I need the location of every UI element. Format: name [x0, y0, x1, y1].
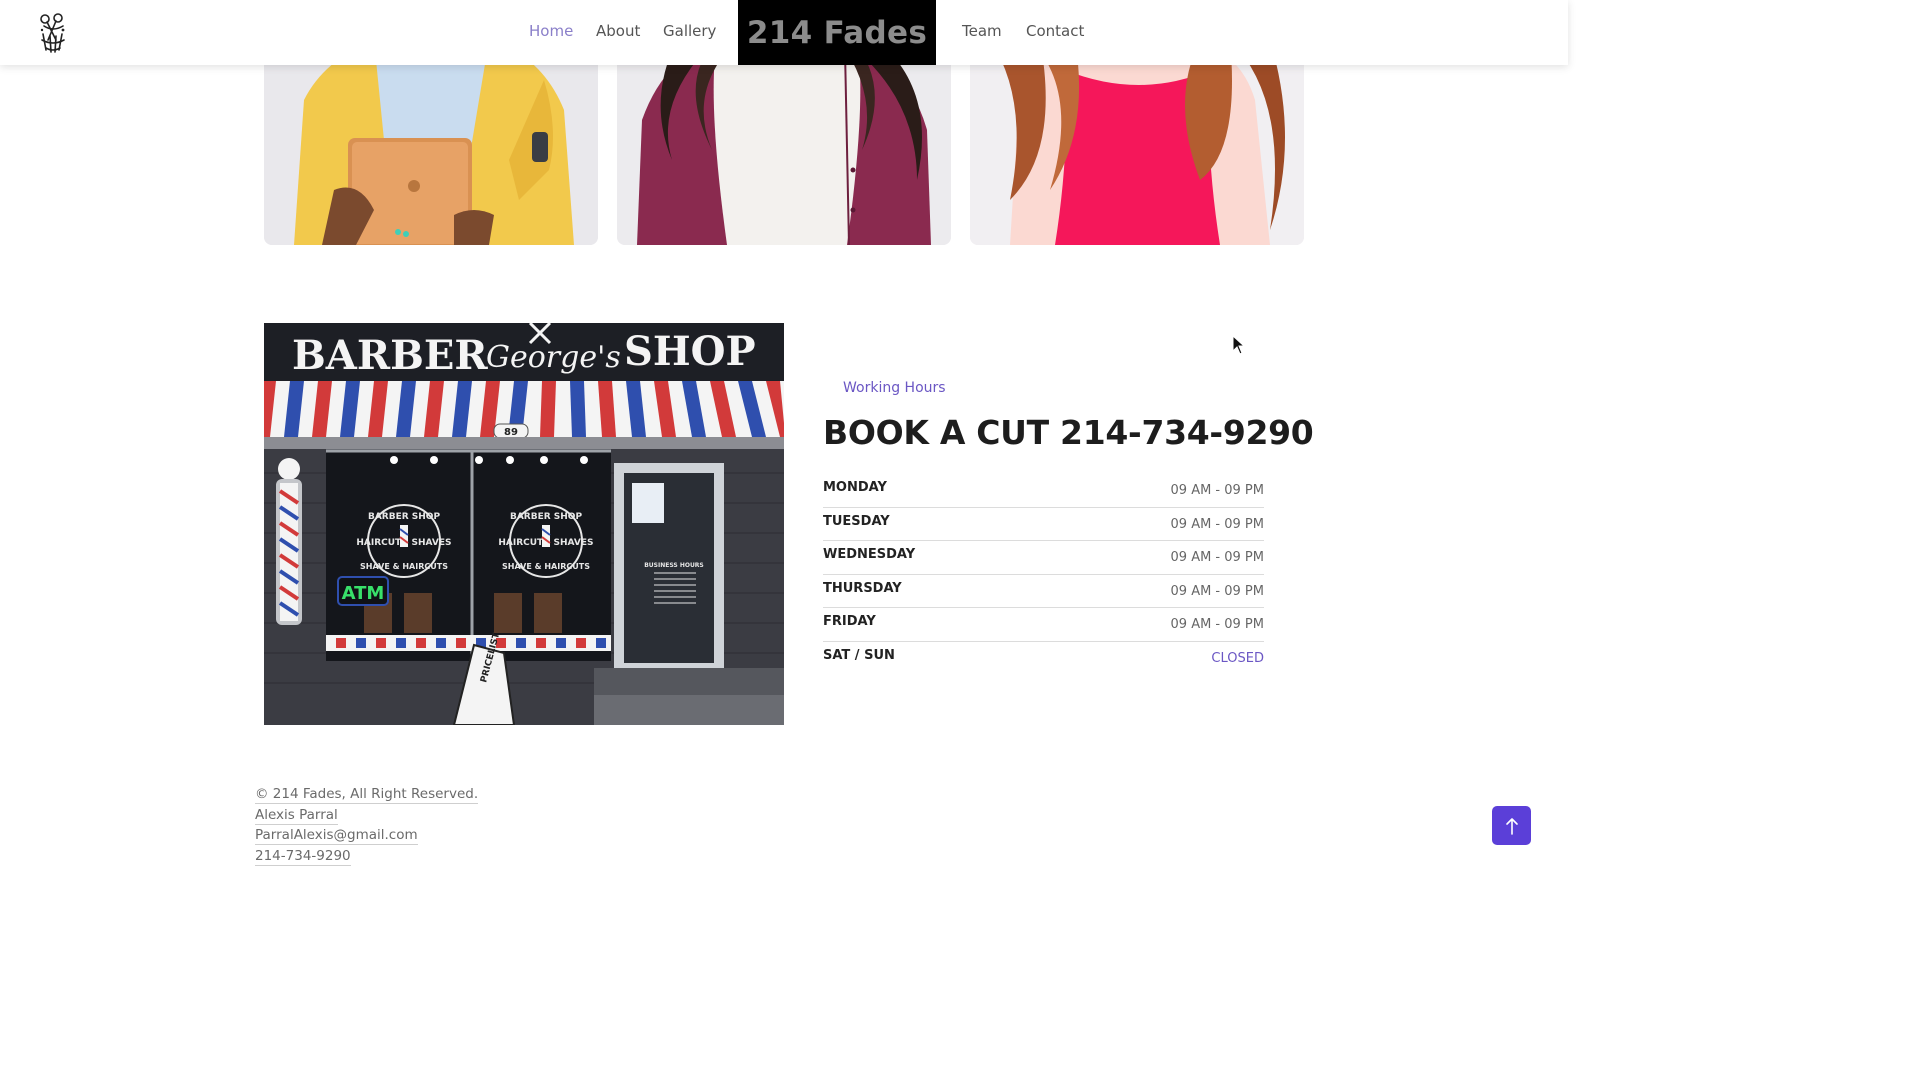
- window-decal-bottom-left: SHAVE & HAIRCUTS: [360, 562, 448, 571]
- neon-atm-sign: ATM: [342, 583, 385, 604]
- hours-row-friday: FRIDAY 09 AM - 09 PM: [823, 608, 1264, 642]
- hours-time: 09 AM - 09 PM: [1170, 583, 1264, 599]
- brand-logo[interactable]: 214 Fades: [738, 0, 936, 65]
- team-member-photo: [617, 40, 951, 245]
- hours-row-thursday: THURSDAY 09 AM - 09 PM: [823, 575, 1264, 608]
- back-to-top-button[interactable]: [1492, 806, 1531, 845]
- mouse-cursor-icon: [1232, 335, 1244, 355]
- hours-day: MONDAY: [823, 480, 887, 495]
- hours-row-tuesday: TUESDAY 09 AM - 09 PM: [823, 508, 1264, 541]
- hours-time: 09 AM - 09 PM: [1170, 483, 1264, 498]
- hours-day: SAT / SUN: [823, 647, 895, 663]
- hours-row-wednesday: WEDNESDAY 09 AM - 09 PM: [823, 541, 1264, 575]
- barber-shop-photo: BARBER George's SHOP 89 BARBER SHOP HAIR…: [264, 323, 784, 725]
- barber-logo-icon[interactable]: [36, 10, 70, 54]
- working-hours-list: MONDAY 09 AM - 09 PM TUESDAY 09 AM - 09 …: [823, 474, 1264, 675]
- footer-name-link[interactable]: Alexis Parral: [255, 806, 338, 825]
- hours-time: 09 AM - 09 PM: [1170, 550, 1264, 565]
- site-footer: © 214 Fades, All Right Reserved. Alexis …: [255, 785, 479, 867]
- hours-time: 09 AM - 09 PM: [1170, 617, 1264, 632]
- sign-script-text: George's: [486, 340, 621, 375]
- sign-barber-text: BARBER: [292, 332, 488, 379]
- hours-day: WEDNESDAY: [823, 547, 916, 562]
- nav-about-link[interactable]: About: [596, 22, 640, 40]
- hours-day: THURSDAY: [823, 580, 902, 596]
- hours-day: TUESDAY: [823, 513, 890, 529]
- sign-shop-text: SHOP: [624, 328, 756, 375]
- hours-row-monday: MONDAY 09 AM - 09 PM: [823, 474, 1264, 508]
- footer-phone-link[interactable]: 214-734-9290: [255, 847, 351, 866]
- arrow-up-icon: [1505, 817, 1518, 835]
- window-decal-top-left: BARBER SHOP: [368, 512, 440, 522]
- nav-contact-link[interactable]: Contact: [1026, 22, 1084, 40]
- nav-home-link[interactable]: Home: [529, 22, 573, 40]
- hours-row-weekend: SAT / SUN CLOSED: [823, 642, 1264, 676]
- footer-copyright: © 214 Fades, All Right Reserved.: [255, 786, 479, 804]
- brand-name: 214 Fades: [746, 14, 928, 51]
- team-member-photo: [264, 40, 598, 245]
- window-decal-top-right: BARBER SHOP: [510, 512, 582, 522]
- nav-team-link[interactable]: Team: [962, 22, 1002, 40]
- hours-time: 09 AM - 09 PM: [1170, 516, 1264, 532]
- team-member-photo: [970, 40, 1304, 245]
- awning-number: 89: [504, 427, 518, 438]
- footer-email-link[interactable]: ParralAlexis@gmail.com: [255, 826, 418, 845]
- door-business-hours: BUSINESS HOURS: [644, 562, 704, 569]
- working-hours-label: Working Hours: [843, 380, 946, 396]
- hours-day: FRIDAY: [823, 614, 876, 629]
- nav-gallery-link[interactable]: Gallery: [663, 22, 716, 40]
- window-decal-bottom-right: SHAVE & HAIRCUTS: [502, 562, 590, 571]
- book-a-cut-heading: BOOK A CUT 214-734-9290: [823, 413, 1314, 452]
- window-decal-right-right: & SHAVES: [543, 538, 594, 548]
- window-decal-right-left: & SHAVES: [401, 538, 452, 548]
- hours-time-closed: CLOSED: [1211, 650, 1264, 666]
- site-header: Home About Gallery 214 Fades Team Contac…: [0, 0, 1568, 65]
